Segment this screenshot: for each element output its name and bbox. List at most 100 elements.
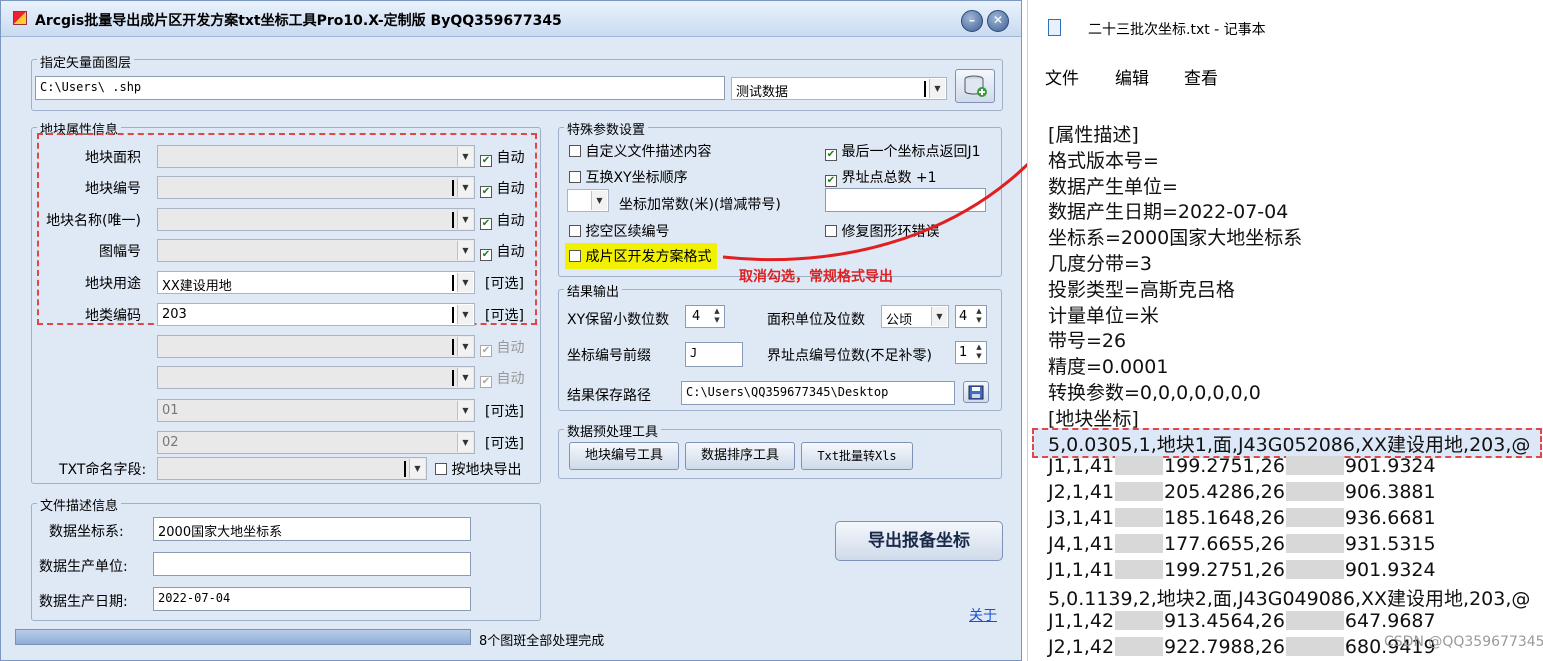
hollow-label: 挖空区续编号 <box>585 224 670 240</box>
area-unit-label: 面积单位及位数 <box>767 312 865 328</box>
by-block-checkbox[interactable]: 按地块导出 <box>435 459 521 479</box>
checkbox-icon[interactable]: ✔ <box>480 155 492 167</box>
attr-label: 地类编码 <box>85 308 141 324</box>
checkbox-icon[interactable] <box>569 250 581 262</box>
custom-desc-checkbox[interactable]: 自定义文件描述内容 <box>569 141 711 161</box>
coord-part: 647.9687 <box>1344 610 1436 632</box>
checkbox-icon[interactable]: ✔ <box>480 218 492 230</box>
close-icon[interactable]: ✕ <box>987 10 1009 32</box>
attr-label: 地块用途 <box>85 276 141 292</box>
auto-checkbox[interactable]: ✔ 自动 <box>480 368 524 388</box>
attr-field-value: 02 <box>162 435 179 450</box>
checkbox-icon[interactable]: ✔ <box>480 249 492 261</box>
blur-mask <box>1115 508 1164 527</box>
text-line: 计量单位=米 <box>1048 305 1159 327</box>
text-caret <box>452 275 454 291</box>
add-const-select[interactable]: ▼ <box>567 189 609 212</box>
spin-arrows-icon[interactable]: ▲ ▼ <box>973 343 985 362</box>
spin-arrows-icon[interactable]: ▲ ▼ <box>711 307 723 326</box>
notepad-title: 二十三批次坐标.txt - 记事本 <box>1088 22 1266 38</box>
spin-arrows-icon[interactable]: ▲ ▼ <box>973 307 985 326</box>
auto-checkbox[interactable]: ✔ 自动 <box>480 337 524 357</box>
chevron-down-icon[interactable]: ▼ <box>457 147 473 166</box>
checkbox-icon[interactable]: ✔ <box>480 345 492 357</box>
swap-xy-checkbox[interactable]: 互换XY坐标顺序 <box>569 167 688 187</box>
title-bar[interactable]: Arcgis批量导出成片区开发方案txt坐标工具Pro10.X-定制版 ByQQ… <box>1 1 1021 37</box>
blur-mask <box>1115 534 1164 553</box>
coord-line: J1,1,41 199.2751,26 901.9324 <box>1048 455 1436 477</box>
prefix-field[interactable]: J <box>685 342 743 367</box>
save-path-button[interactable] <box>963 381 989 403</box>
checkbox-icon[interactable] <box>435 463 447 475</box>
blur-mask <box>1115 560 1164 579</box>
checkbox-icon[interactable]: ✔ <box>480 186 492 198</box>
status-text: 8个图斑全部处理完成 <box>479 634 605 649</box>
attr-label: 地块面积 <box>85 150 141 166</box>
pt-digits-label: 界址点编号位数(不足补零) <box>767 348 932 364</box>
attr-field-select[interactable]: ▼ <box>157 335 475 358</box>
export-button[interactable]: 导出报备坐标 <box>835 521 1003 561</box>
attr-field-select[interactable]: ▼ <box>157 239 475 262</box>
unit-field[interactable] <box>153 552 471 576</box>
chevron-down-icon[interactable]: ▼ <box>457 210 473 229</box>
tool-window: Arcgis批量导出成片区开发方案txt坐标工具Pro10.X-定制版 ByQQ… <box>0 0 1087 661</box>
auto-checkbox[interactable]: ✔ 自动 <box>480 178 524 198</box>
auto-checkbox[interactable]: ✔ 自动 <box>480 241 524 261</box>
blur-mask <box>1285 482 1344 501</box>
prefix-label: 坐标编号前缀 <box>567 348 651 364</box>
attr-field-select[interactable]: ▼ <box>157 208 475 231</box>
decimals-spinner[interactable]: 4 ▲ ▼ <box>685 305 725 328</box>
attr-field-select[interactable]: ▼ <box>157 366 475 389</box>
txt-name-select[interactable]: ▼ <box>157 457 427 480</box>
about-link[interactable]: 关于 <box>969 605 997 625</box>
checkbox-icon[interactable]: ✔ <box>480 376 492 388</box>
txt-to-xls-button[interactable]: Txt批量转Xls <box>801 442 913 470</box>
checkbox-icon[interactable] <box>569 225 581 237</box>
attr-field-select[interactable]: ▼ <box>157 145 475 168</box>
coord-line: J3,1,41 185.1648,26 936.6681 <box>1048 507 1436 529</box>
pt-digits-value: 1 <box>959 345 968 360</box>
chevron-down-icon[interactable]: ▼ <box>457 337 473 356</box>
coord-part: 199.2751,26 <box>1164 559 1285 581</box>
text-caret <box>404 461 406 477</box>
chevron-down-icon[interactable]: ▼ <box>457 433 473 452</box>
block-number-tool-button[interactable]: 地块编号工具 <box>569 442 679 470</box>
chevron-down-icon[interactable]: ▼ <box>409 459 425 478</box>
by-block-label: 按地块导出 <box>451 462 522 478</box>
pt-digits-spinner[interactable]: 1 ▲ ▼ <box>955 341 987 364</box>
data-sort-tool-button[interactable]: 数据排序工具 <box>685 442 795 470</box>
menu-view[interactable]: 查看 <box>1184 64 1218 89</box>
auto-checkbox[interactable]: ✔ 自动 <box>480 147 524 167</box>
notepad-icon <box>1048 19 1061 36</box>
attr-field-select[interactable]: ▼ <box>157 176 475 199</box>
attr-field-select[interactable]: 203 ▼ <box>157 303 475 326</box>
date-field[interactable]: 2022-07-04 <box>153 587 471 611</box>
chevron-down-icon[interactable]: ▼ <box>457 178 473 197</box>
shp-path-field[interactable]: C:\Users\ .shp <box>35 76 725 100</box>
attr-field-select[interactable]: 02 ▼ <box>157 431 475 454</box>
hollow-checkbox[interactable]: 挖空区续编号 <box>569 221 669 241</box>
checkbox-icon[interactable] <box>569 171 581 183</box>
optional-label: [可选] <box>485 308 524 324</box>
chevron-down-icon[interactable]: ▼ <box>457 241 473 260</box>
chevron-down-icon[interactable]: ▼ <box>457 368 473 387</box>
save-path-field[interactable]: C:\Users\QQ359677345\Desktop <box>681 381 955 405</box>
area-unit-select[interactable]: 公顷 ▼ <box>881 305 949 328</box>
chevron-down-icon[interactable]: ▼ <box>457 401 473 420</box>
menu-edit[interactable]: 编辑 <box>1115 64 1149 89</box>
date-label: 数据生产日期: <box>39 594 128 610</box>
attr-field-select[interactable]: 01 ▼ <box>157 399 475 422</box>
format-checkbox[interactable]: 成片区开发方案格式 <box>565 243 718 269</box>
checkbox-icon[interactable] <box>569 145 581 157</box>
chevron-down-icon[interactable]: ▼ <box>591 191 607 210</box>
coord-line: J4,1,41 177.6655,26 931.5315 <box>1048 533 1436 555</box>
auto-checkbox[interactable]: ✔ 自动 <box>480 210 524 230</box>
chevron-down-icon[interactable]: ▼ <box>931 307 947 326</box>
attr-field-select[interactable]: XX建设用地 ▼ <box>157 271 475 294</box>
chevron-down-icon[interactable]: ▼ <box>457 273 473 292</box>
chevron-down-icon[interactable]: ▼ <box>457 305 473 324</box>
crs-field[interactable]: 2000国家大地坐标系 <box>153 517 471 541</box>
menu-file[interactable]: 文件 <box>1045 64 1079 89</box>
area-digits-spinner[interactable]: 4 ▲ ▼ <box>955 305 987 328</box>
minimize-icon[interactable]: – <box>961 10 983 32</box>
